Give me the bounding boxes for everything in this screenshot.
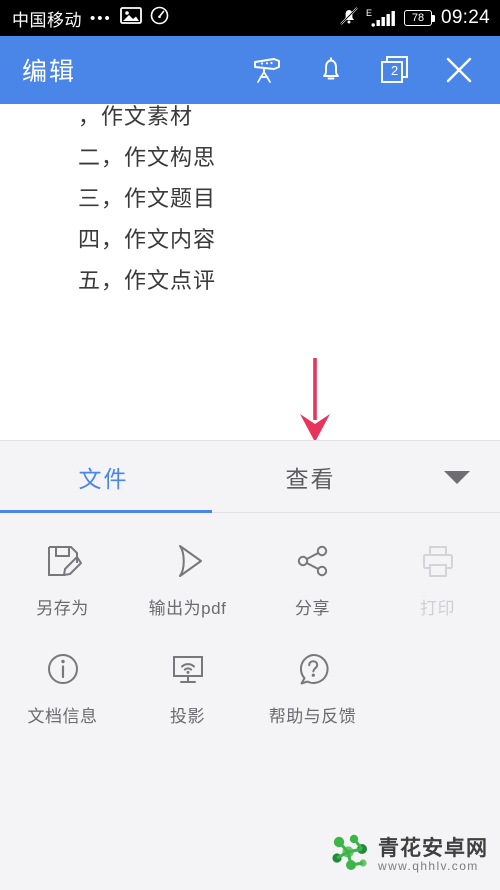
window-count-badge: 2 [391, 63, 399, 78]
action-label: 分享 [295, 599, 330, 618]
battery-indicator: 78 [403, 10, 435, 26]
panel-actions-grid: 另存为 输出为pdf 分享 打印 文档信息 投影 帮助与反馈 [0, 513, 500, 747]
action-export-pdf[interactable]: 输出为pdf [125, 531, 250, 639]
document-content[interactable]: ，作文素材 二，作文构思 三，作文题目 四，作文内容 五，作文点评 [0, 104, 500, 440]
watermark-site-name: 青花安卓网 [378, 837, 488, 861]
info-icon [43, 645, 83, 693]
document-line: 四，作文内容 [78, 227, 217, 252]
document-line: 二，作文构思 [78, 145, 217, 170]
windows-icon[interactable]: 2 [378, 53, 412, 87]
close-icon[interactable] [442, 53, 476, 87]
action-save-as[interactable]: 另存为 [0, 531, 125, 639]
bell-muted-icon [338, 6, 360, 31]
projector-icon[interactable] [250, 53, 284, 87]
cast-screen-icon [168, 645, 208, 693]
tab-view[interactable]: 查看 [207, 441, 414, 513]
status-bar: 中国移动 ••• E 78 09:24 [0, 0, 500, 36]
action-label: 输出为pdf [148, 599, 227, 618]
document-line: 五，作文点评 [78, 268, 217, 293]
action-document-info[interactable]: 文档信息 [0, 639, 125, 747]
action-label: 投影 [170, 707, 205, 726]
tab-file[interactable]: 文件 [0, 441, 207, 513]
watermark-url: www.qhhlv.com [378, 859, 479, 874]
action-cast[interactable]: 投影 [125, 639, 250, 747]
battery-level-label: 78 [411, 11, 425, 24]
watermark-text: 青花安卓网 www.qhhlv.com [378, 838, 488, 873]
carrier-label: 中国移动 [12, 10, 82, 30]
action-share[interactable]: 分享 [250, 531, 375, 639]
site-watermark: 青花安卓网 www.qhhlv.com [329, 833, 488, 878]
share-icon [293, 537, 333, 585]
collapse-panel-button[interactable] [414, 470, 500, 484]
bottom-panel: 文件 查看 另存为 输出为pdf 分享 打印 文档信息 投影 帮助与反馈 青花安… [0, 440, 500, 890]
print-icon [418, 537, 458, 585]
network-type-label: E [365, 8, 372, 18]
help-icon [293, 645, 333, 693]
app-bar-actions: 2 [250, 53, 476, 87]
signal-bars-icon: E [365, 8, 397, 27]
panel-tab-bar: 文件 查看 [0, 441, 500, 513]
image-icon [119, 7, 142, 29]
status-dots: ••• [90, 9, 112, 27]
action-print: 打印 [375, 531, 500, 639]
save-as-icon [43, 537, 83, 585]
bell-icon[interactable] [314, 53, 348, 87]
app-bar: 编辑 2 [0, 36, 500, 104]
export-pdf-icon [168, 537, 208, 585]
page-title: 编辑 [22, 58, 77, 86]
action-label: 另存为 [36, 599, 89, 618]
clock-label: 09:24 [440, 7, 490, 28]
action-help-feedback[interactable]: 帮助与反馈 [250, 639, 375, 747]
active-tab-indicator [0, 510, 212, 513]
action-label: 打印 [420, 599, 455, 618]
document-line: ，作文素材 [78, 104, 194, 129]
action-label: 帮助与反馈 [268, 707, 357, 726]
status-bar-right: E 78 09:24 [338, 6, 490, 31]
watermark-logo-icon [329, 833, 371, 878]
chevron-down-icon [444, 470, 470, 484]
action-label: 文档信息 [27, 707, 98, 726]
gauge-icon [150, 6, 169, 30]
status-bar-left: 中国移动 ••• [12, 6, 338, 31]
document-line: 三，作文题目 [78, 186, 217, 211]
phone-screen: 中国移动 ••• E 78 09:24 编辑 2 ，作文素材 二，作文构思 三，… [0, 0, 500, 890]
